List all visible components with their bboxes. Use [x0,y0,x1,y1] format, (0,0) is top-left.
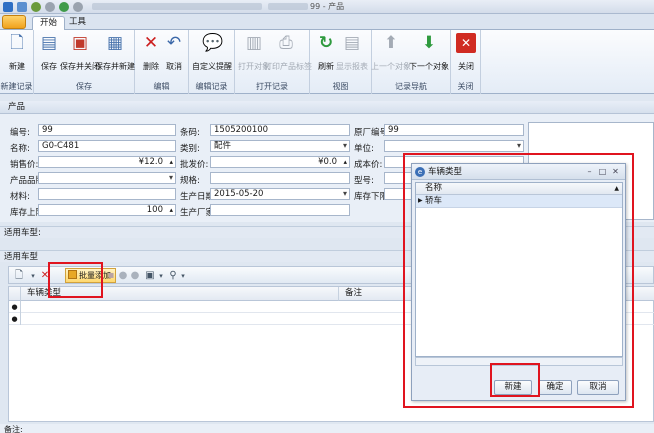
row-indicator: ● [9,301,21,313]
print-label-button[interactable]: ⎙ 打印产品标签 [264,33,312,72]
brand-dropdown[interactable] [38,172,176,184]
application-menu-button[interactable] [2,15,26,29]
maximize-icon[interactable]: □ [597,166,608,177]
column-header-name[interactable]: 名称 ▲ [416,183,622,195]
export-dropdown-icon[interactable]: ▾ [155,270,167,282]
show-report-button[interactable]: ▤ 显示报表 [330,33,374,72]
sale-price-label: 销售价: [10,160,39,170]
ribbon-group-edit: ✕ 删除 ↶ 取消 编辑 [135,30,189,94]
unit-label: 单位: [354,144,374,154]
close-button[interactable]: ✕ 关闭 [444,33,488,72]
wholesale-label: 批发价: [180,160,209,170]
ribbon-group-save: ▤ 保存 ▣ 保存并关闭 ▦ 保存并新建 保存 [34,30,135,94]
ribbon-group-close: ✕ 关闭 关闭 [451,30,481,94]
material-label: 材料: [10,192,30,202]
undo-icon[interactable] [31,2,41,12]
close-x-icon: ✕ [456,33,476,53]
code-field[interactable]: 99 [38,124,176,136]
ribbon-group-edit-records: 💬 自定义提醒 编辑记录 [189,30,235,94]
barcode-field[interactable]: 1505200100 [210,124,350,136]
undo-arrow-icon: ↶ [166,33,182,53]
new-row-icon[interactable]: 🗋 [13,270,25,282]
dialog-app-icon: e [415,167,425,177]
dialog-new-button[interactable]: 新建 [494,380,532,395]
prod-date-picker[interactable]: 2015-05-20 [210,188,350,200]
name-field[interactable]: G0-C481 [38,140,176,152]
custom-tip-button[interactable]: 💬 自定义提醒 [190,33,234,72]
column-header-vehicle-type[interactable]: 车辆类型 [21,287,339,301]
vehicle-type-dialog: e 车辆类型 – □ ✕ 名称 ▲ ▶ 轿车 新建 确定 取消 [411,163,626,401]
grid-corner [9,287,21,301]
ribbon-group-print-records: ▥ 打开对象 ⎙ 打印产品标签 打开记录 [235,30,312,94]
back-icon[interactable] [73,2,83,12]
ribbon-group-view: ↻ 刷新 ▤ 显示报表 视图 [310,30,372,94]
product-panel-title: 产品 [0,101,654,114]
tab-home[interactable]: 开始 [32,16,66,30]
batch-add-icon [68,270,77,279]
spec-label: 规格: [180,176,200,186]
save-new-icon: ▦ [106,33,124,53]
blurred-tabs-2 [268,3,308,10]
ribbon-group-record-nav: ⬆ 上一个对象 ⬇ 下一个对象 记录导航 [371,30,451,94]
prev-record-icon[interactable]: ● [117,270,129,282]
title-bar: 99 - 产品 [0,0,654,14]
arrow-up-icon: ⬆ [383,33,399,53]
current-row-arrow-icon: ▶ [418,197,423,204]
blurred-tabs [92,3,262,10]
next-record-icon[interactable]: ● [129,270,141,282]
arrow-down-icon: ⬇ [421,33,437,53]
forward-icon[interactable] [45,2,55,12]
ribbon: 🗋 新建 新建记录 ▤ 保存 ▣ 保存并关闭 ▦ 保存并新建 保存 ✕ 删除 ↶… [0,30,654,94]
spinner-icon[interactable]: ▴ [169,205,173,215]
printer-icon: ⎙ [279,33,293,53]
report-icon: ▤ [343,33,361,53]
save-icon: ▤ [40,33,58,53]
remark-label: 备注: [0,424,654,433]
code-label: 编号: [10,128,30,138]
sale-price-field[interactable]: ¥12.0 ▴ [38,156,176,168]
model-label: 型号: [354,176,374,186]
factory-code-field[interactable]: 99 [384,124,524,136]
new-document-icon: 🗋 [10,33,24,53]
spec-field[interactable] [210,172,350,184]
refresh-icon[interactable] [59,2,69,12]
speech-bubble-icon: 💬 [202,33,224,53]
category-label: 类别: [180,144,200,154]
horizontal-scrollbar[interactable] [415,357,623,366]
dialog-ok-button[interactable]: 确定 [538,380,572,395]
spinner-icon[interactable]: ▴ [169,157,173,167]
open-object-icon: ▥ [245,33,263,53]
save-close-icon: ▣ [71,33,89,53]
material-field[interactable] [38,188,176,200]
row-indicator: ● [9,313,21,325]
list-item[interactable]: ▶ 轿车 [416,195,622,208]
dialog-title: 车辆类型 [428,167,463,177]
stock-max-field[interactable]: 100 ▴ [38,204,176,216]
filter-dropdown-icon[interactable]: ▾ [177,270,189,282]
category-dropdown[interactable]: 配件 [210,140,350,152]
app-icon [3,2,13,12]
dropdown-arrow-icon[interactable]: ▾ [27,270,39,282]
name-label: 名称: [10,144,30,154]
unit-dropdown[interactable] [384,140,524,152]
quick-save-icon[interactable] [17,2,27,12]
spinner-icon[interactable]: ▴ [343,157,347,167]
unlink-icon[interactable]: ▪ [105,270,117,282]
window-title: 99 - 产品 [310,2,345,11]
ribbon-tab-bar: 开始 工具 [0,14,654,30]
tab-tools[interactable]: 工具 [62,16,93,30]
cost-label: 成本价: [354,160,383,170]
vehicle-type-list: 名称 ▲ ▶ 轿车 [415,182,623,357]
dialog-cancel-button[interactable]: 取消 [577,380,619,395]
minimize-icon[interactable]: – [584,166,595,177]
close-icon[interactable]: ✕ [610,166,621,177]
maker-field[interactable] [210,204,350,216]
wholesale-field[interactable]: ¥0.0 ▴ [210,156,350,168]
barcode-label: 条码: [180,128,200,138]
sort-up-icon: ▲ [614,185,619,192]
delete-row-icon[interactable]: ✕ [39,270,51,282]
dialog-title-bar: e 车辆类型 – □ ✕ [412,164,625,180]
